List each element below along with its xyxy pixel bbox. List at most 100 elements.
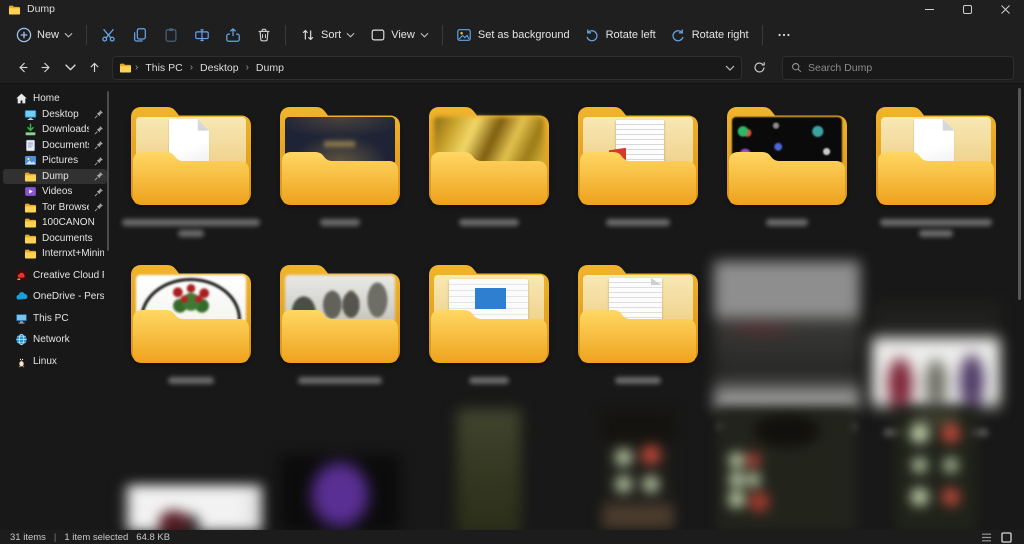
item-label-redacted xyxy=(879,219,992,237)
toolbar-divider xyxy=(441,25,443,45)
pin-icon xyxy=(94,140,104,150)
sidebar-item-videos[interactable]: Videos xyxy=(3,184,107,200)
sidebar-item-label: Linux xyxy=(33,355,57,367)
sidebar-scrollbar[interactable] xyxy=(107,91,109,251)
grid-cell xyxy=(414,409,563,530)
linux-icon xyxy=(15,355,28,368)
details-view-button[interactable] xyxy=(979,531,994,543)
selection-size: 64.8 KB xyxy=(136,531,171,543)
sidebar-item-100canon[interactable]: 100CANON xyxy=(3,215,107,231)
sort-button[interactable]: Sort xyxy=(292,22,362,49)
folder-item[interactable] xyxy=(875,103,996,205)
blurred-thumbnail[interactable] xyxy=(456,409,521,530)
set-as-background-button[interactable]: Set as background xyxy=(449,22,577,49)
new-button[interactable]: New xyxy=(8,22,80,49)
up-button[interactable] xyxy=(82,55,106,81)
command-bar: New Sort View Set as background Rotate l… xyxy=(0,18,1024,52)
grid-cell xyxy=(414,85,563,251)
close-button[interactable] xyxy=(986,0,1024,18)
sidebar-item-dump[interactable]: Dump xyxy=(3,168,107,184)
sidebar-item-onedrive-personal[interactable]: OneDrive - Personal xyxy=(3,289,107,305)
item-label-redacted xyxy=(468,377,509,384)
sidebar-item-network[interactable]: Network xyxy=(3,332,107,348)
folder-item[interactable] xyxy=(577,261,698,363)
item-label-redacted xyxy=(458,219,519,226)
redacted-text-line xyxy=(765,219,808,226)
folder-item[interactable] xyxy=(279,103,400,205)
sidebar-item-documents[interactable]: Documents xyxy=(3,231,107,247)
sidebar-item-pictures[interactable]: Pictures xyxy=(3,153,107,169)
folder-item[interactable] xyxy=(428,103,549,205)
blurred-thumbnail[interactable] xyxy=(601,411,674,530)
item-label-redacted xyxy=(765,219,808,226)
share-button[interactable] xyxy=(217,22,248,49)
selection-status: 1 item selected xyxy=(64,531,129,543)
sort-arrows-icon xyxy=(299,27,316,44)
minimize-button[interactable] xyxy=(910,0,948,18)
breadcrumb-this-pc[interactable]: This PC xyxy=(141,60,186,76)
folder-item[interactable] xyxy=(279,261,400,363)
rotate-left-label: Rotate left xyxy=(605,29,656,41)
window-controls xyxy=(910,0,1024,18)
item-label-redacted xyxy=(319,219,360,226)
back-button[interactable] xyxy=(10,55,34,81)
breadcrumb-desktop[interactable]: Desktop xyxy=(196,60,243,76)
folder-item[interactable] xyxy=(130,103,251,205)
blurred-thumbnail[interactable] xyxy=(871,303,1000,415)
blurred-thumbnail[interactable] xyxy=(716,409,857,530)
cut-button[interactable] xyxy=(93,22,124,49)
rotate-right-button[interactable]: Rotate right xyxy=(663,22,756,49)
pin-icon xyxy=(94,187,104,197)
grid-cell xyxy=(265,409,414,530)
forward-button[interactable] xyxy=(34,55,58,81)
items-count: 31 items xyxy=(10,531,46,543)
view-icon xyxy=(369,27,386,44)
grid-cell xyxy=(116,85,265,251)
folder-item[interactable] xyxy=(130,261,251,363)
sidebar-item-creative-cloud-files[interactable]: Creative Cloud Files xyxy=(3,268,107,284)
breadcrumb-dump[interactable]: Dump xyxy=(252,60,288,76)
copy-button[interactable] xyxy=(124,22,155,49)
address-dropdown-button[interactable] xyxy=(725,65,735,71)
blurred-thumbnail[interactable] xyxy=(894,409,977,530)
home-icon xyxy=(15,92,28,105)
sidebar-item-desktop[interactable]: Desktop xyxy=(3,107,107,123)
search-input[interactable] xyxy=(808,61,1005,74)
sidebar-item-linux[interactable]: Linux xyxy=(3,354,107,370)
sidebar-item-this-pc[interactable]: This PC xyxy=(3,311,107,327)
folder-item[interactable] xyxy=(428,261,549,363)
rotate-left-button[interactable]: Rotate left xyxy=(577,22,663,49)
sidebar-item-home[interactable]: Home xyxy=(3,91,107,107)
address-bar[interactable]: › This PC › Desktop › Dump xyxy=(112,55,742,80)
folder-item[interactable] xyxy=(577,103,698,205)
sidebar-item-internxt-minimalist[interactable]: Internxt+Minimalist xyxy=(3,246,107,262)
blurred-thumbnail[interactable] xyxy=(279,455,400,530)
chevron-down-icon xyxy=(346,32,355,38)
sidebar-item-tor-browser[interactable]: Tor Browser xyxy=(3,200,107,216)
sidebar-item-label: Home xyxy=(33,93,60,105)
blurred-thumbnail[interactable] xyxy=(713,261,860,409)
grid-cell xyxy=(712,409,861,530)
large-thumbnails-view-button[interactable] xyxy=(999,531,1014,543)
tab-title: Dump xyxy=(27,3,56,15)
delete-button[interactable] xyxy=(248,22,279,49)
clipboard-paste-icon xyxy=(162,27,179,44)
sidebar-item-label: Pictures xyxy=(42,155,79,167)
folder-item[interactable] xyxy=(726,103,847,205)
file-grid xyxy=(116,85,1016,530)
maximize-button[interactable] xyxy=(948,0,986,18)
recent-locations-button[interactable] xyxy=(58,55,82,81)
sidebar-item-documents[interactable]: Documents xyxy=(3,138,107,154)
more-options-button[interactable] xyxy=(769,22,800,49)
blurred-thumbnail[interactable] xyxy=(119,485,262,530)
item-label-redacted xyxy=(167,377,214,384)
refresh-button[interactable] xyxy=(746,55,772,81)
ellipsis-icon xyxy=(776,27,793,44)
view-button[interactable]: View xyxy=(362,22,436,49)
content-scrollbar[interactable] xyxy=(1018,88,1021,300)
rename-button[interactable] xyxy=(186,22,217,49)
window-tab[interactable]: Dump xyxy=(8,3,55,16)
paste-button[interactable] xyxy=(155,22,186,49)
sidebar-item-downloads[interactable]: Downloads xyxy=(3,122,107,138)
pin-icon xyxy=(94,109,104,119)
